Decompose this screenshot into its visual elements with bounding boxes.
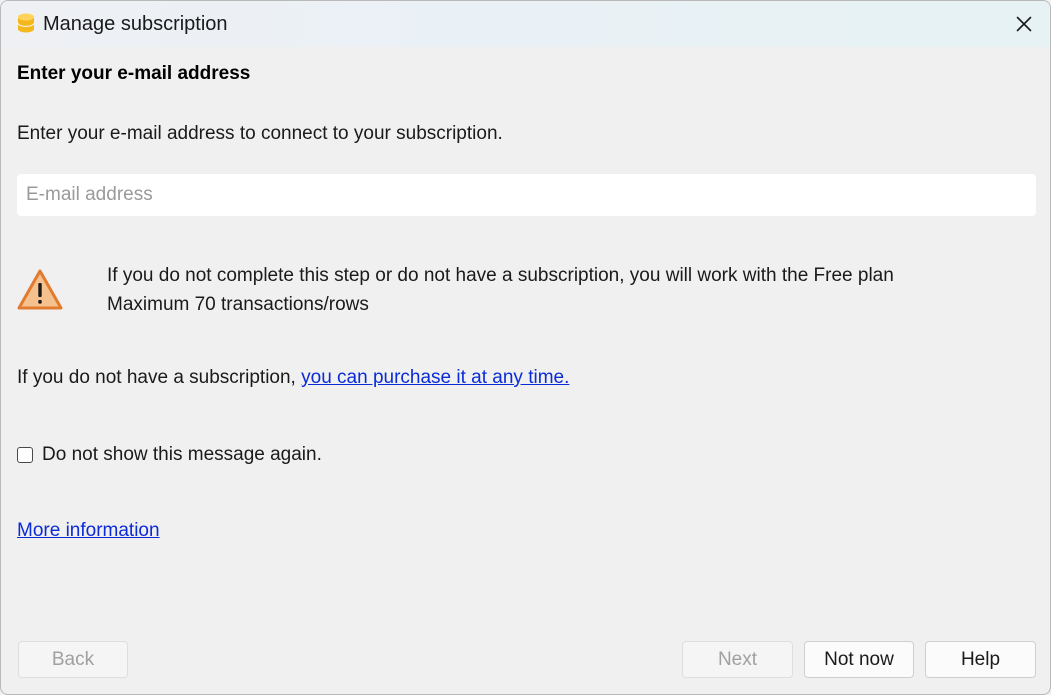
purchase-info: If you do not have a subscription, you c… <box>17 367 569 389</box>
section-heading: Enter your e-mail address <box>17 63 251 84</box>
help-button[interactable]: Help <box>925 641 1036 678</box>
back-button[interactable]: Back <box>18 641 128 678</box>
warning-triangle-icon <box>17 269 63 310</box>
dont-show-again-label[interactable]: Do not show this message again. <box>42 444 322 466</box>
next-button[interactable]: Next <box>682 641 793 678</box>
app-coin-stack-icon <box>17 13 35 33</box>
manage-subscription-dialog: Manage subscription Enter your e-mail ad… <box>0 0 1051 695</box>
warning-text-line1: If you do not complete this step or do n… <box>107 265 894 286</box>
dont-show-again-checkbox[interactable] <box>17 447 33 463</box>
description-text: Enter your e-mail address to connect to … <box>17 123 503 144</box>
more-information-link[interactable]: More information <box>17 520 160 541</box>
window-title: Manage subscription <box>43 13 228 35</box>
close-button[interactable] <box>1007 7 1041 41</box>
purchase-link[interactable]: you can purchase it at any time. <box>301 367 569 388</box>
warning-text-line2: Maximum 70 transactions/rows <box>107 294 369 315</box>
close-icon <box>1016 16 1032 32</box>
purchase-prefix-text: If you do not have a subscription, <box>17 367 302 388</box>
email-input[interactable] <box>17 174 1036 216</box>
more-info-container: More information <box>17 520 160 542</box>
not-now-button[interactable]: Not now <box>804 641 914 678</box>
dont-show-again-row: Do not show this message again. <box>17 444 322 466</box>
title-bar: Manage subscription <box>1 1 1050 47</box>
